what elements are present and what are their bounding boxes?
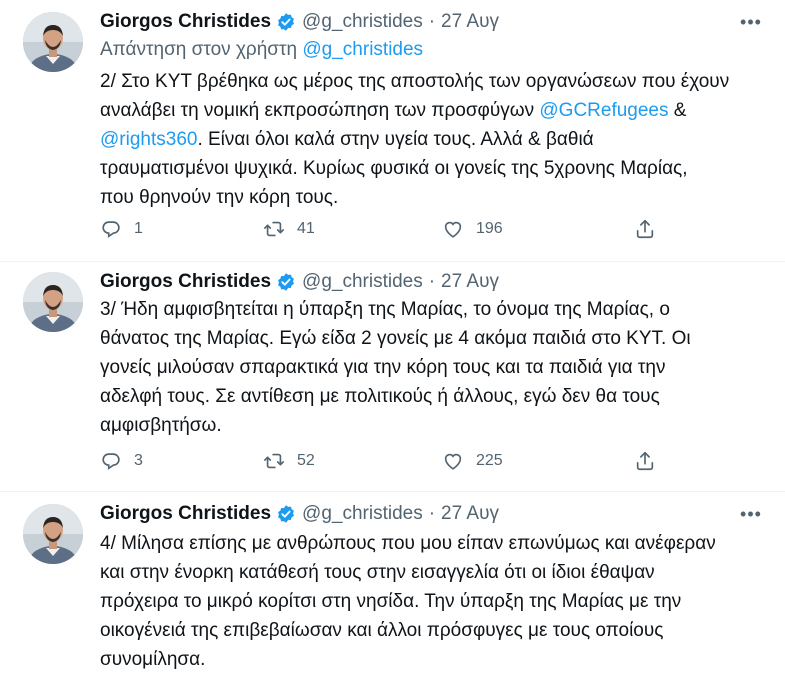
replying-to-handle[interactable]: @g_christides: [302, 39, 423, 60]
author-name[interactable]: Giorgos Christides: [100, 11, 271, 33]
tweet-text-line: συνομίλησα.: [100, 645, 740, 674]
tweet-text-line: 3/ Ήδη αμφισβητείται η ύπαρξη της Μαρίας…: [100, 295, 740, 324]
text-segment: &: [668, 100, 687, 121]
replying-to-label: Απάντηση στον χρήστη: [100, 39, 298, 60]
mention-link[interactable]: @rights360: [100, 129, 197, 150]
tweet-text: 2/ Στο ΚΥΤ βρέθηκα ως μέρος της αποστολή…: [100, 67, 740, 212]
reply-icon: [102, 453, 120, 470]
reply-count: 1: [134, 220, 143, 237]
text-segment: αδελφή τους. Σε αντίθεση με πολιτικούς ή…: [100, 386, 660, 407]
like-button[interactable]: 225: [442, 449, 503, 473]
author-name[interactable]: Giorgos Christides: [100, 271, 271, 293]
tweet-header: Giorgos Christides @g_christides · 27 Αυ…: [100, 8, 499, 36]
retweet-count: 41: [297, 220, 315, 237]
verified-badge-icon: [278, 505, 294, 523]
tweet-text: 4/ Μίλησα επίσης με ανθρώπους που μου εί…: [100, 529, 740, 674]
tweet-text-line: 4/ Μίλησα επίσης με ανθρώπους που μου εί…: [100, 529, 740, 558]
tweet-text-line: 2/ Στο ΚΥΤ βρέθηκα ως μέρος της αποστολή…: [100, 67, 740, 96]
retweet-icon: [264, 221, 284, 237]
text-segment: τραυματισμένοι ψυχικά. Κυρίως φυσικά οι …: [100, 158, 688, 179]
like-button[interactable]: 196: [442, 217, 503, 241]
verified-badge-icon: [278, 13, 294, 31]
text-segment: θάνατος της Μαρίας. Εγώ είδα 2 γονείς με…: [100, 328, 691, 349]
author-name[interactable]: Giorgos Christides: [100, 503, 271, 525]
reply-icon: [102, 221, 120, 238]
verified-badge-icon: [278, 273, 294, 291]
avatar[interactable]: [23, 272, 83, 332]
tweet-date[interactable]: 27 Αυγ: [441, 11, 499, 33]
tweet-text-line: γονείς μιλούσαν σπαρακτικά για την κόρη …: [100, 353, 740, 382]
tweet-text-line: που θρηνούν την κόρη τους.: [100, 183, 740, 212]
tweet-header: Giorgos Christides @g_christides · 27 Αυ…: [100, 500, 499, 528]
tweet-text-line: οικογένειά της επιβεβαίωσαν και άλλοι πρ…: [100, 616, 740, 645]
avatar[interactable]: [23, 504, 83, 564]
tweet-text-line: και στην ένορκη κατάθεσή τους στην εισαγ…: [100, 558, 740, 587]
text-segment: αμφισβητήσω.: [100, 415, 222, 436]
tweet-text-line: πρόχειρα το μικρό κορίτσι στη νησίδα. Τη…: [100, 587, 740, 616]
avatar[interactable]: [23, 12, 83, 72]
tweet-header: Giorgos Christides @g_christides · 27 Αυ…: [100, 268, 499, 296]
retweet-icon: [264, 453, 284, 469]
text-segment: πρόχειρα το μικρό κορίτσι στη νησίδα. Τη…: [100, 591, 682, 612]
replying-to: Απάντηση στον χρήστη @g_christides: [100, 39, 423, 61]
separator-dot: ·: [428, 11, 436, 32]
text-segment: γονείς μιλούσαν σπαρακτικά για την κόρη …: [100, 357, 666, 378]
tweet-date[interactable]: 27 Αυγ: [441, 503, 499, 525]
share-icon: [636, 451, 654, 471]
tweet-date[interactable]: 27 Αυγ: [441, 271, 499, 293]
reply-count: 3: [134, 452, 143, 469]
like-count: 196: [476, 220, 503, 237]
text-segment: που θρηνούν την κόρη τους.: [100, 187, 339, 208]
author-handle[interactable]: @g_christides: [302, 503, 423, 525]
profile-photo-icon: [23, 12, 83, 72]
tweet-2[interactable]: Giorgos Christides @g_christides · 27 Αυ…: [0, 262, 785, 492]
tweet-1[interactable]: Giorgos Christides @g_christides · 27 Αυ…: [0, 0, 785, 262]
text-segment: συνομίλησα.: [100, 649, 206, 670]
retweet-count: 52: [297, 452, 315, 469]
retweet-button[interactable]: 52: [263, 449, 315, 473]
more-options-icon[interactable]: •••: [738, 504, 764, 524]
reply-button[interactable]: 1: [100, 217, 143, 241]
tweet-text-line: θάνατος της Μαρίας. Εγώ είδα 2 γονείς με…: [100, 324, 740, 353]
share-icon: [636, 219, 654, 239]
tweet-text-line: @rights360. Είναι όλοι καλά στην υγεία τ…: [100, 125, 740, 154]
author-handle[interactable]: @g_christides: [302, 11, 423, 33]
text-segment: 4/ Μίλησα επίσης με ανθρώπους που μου εί…: [100, 533, 716, 554]
tweet-text-line: αναλάβει τη νομική εκπροσώπηση των προσφ…: [100, 96, 740, 125]
tweet-text-line: τραυματισμένοι ψυχικά. Κυρίως φυσικά οι …: [100, 154, 740, 183]
tweet-text-line: αμφισβητήσω.: [100, 411, 740, 440]
separator-dot: ·: [428, 503, 436, 524]
share-button[interactable]: [634, 217, 668, 241]
text-segment: οικογένειά της επιβεβαίωσαν και άλλοι πρ…: [100, 620, 664, 641]
text-segment: . Είναι όλοι καλά στην υγεία τους. Αλλά …: [197, 129, 594, 150]
share-button[interactable]: [634, 449, 668, 473]
text-segment: 3/ Ήδη αμφισβητείται η ύπαρξη της Μαρίας…: [100, 299, 670, 320]
reply-button[interactable]: 3: [100, 449, 143, 473]
text-segment: αναλάβει τη νομική εκπροσώπηση των προσφ…: [100, 100, 540, 121]
tweet-3[interactable]: Giorgos Christides @g_christides · 27 Αυ…: [0, 492, 785, 670]
mention-link[interactable]: @GCRefugees: [539, 100, 668, 121]
like-count: 225: [476, 452, 503, 469]
tweet-text-line: αδελφή τους. Σε αντίθεση με πολιτικούς ή…: [100, 382, 740, 411]
tweet-text: 3/ Ήδη αμφισβητείται η ύπαρξη της Μαρίας…: [100, 295, 740, 440]
text-segment: και στην ένορκη κατάθεσή τους στην εισαγ…: [100, 562, 655, 583]
tweet-actions: 1 41 196: [100, 217, 660, 241]
retweet-button[interactable]: 41: [263, 217, 315, 241]
separator-dot: ·: [428, 271, 436, 292]
more-options-icon[interactable]: •••: [738, 12, 764, 32]
profile-photo-icon: [23, 272, 83, 332]
author-handle[interactable]: @g_christides: [302, 271, 423, 293]
like-icon: [444, 221, 462, 238]
tweet-actions: 3 52 225: [100, 449, 660, 473]
profile-photo-icon: [23, 504, 83, 564]
like-icon: [444, 453, 462, 470]
text-segment: 2/ Στο ΚΥΤ βρέθηκα ως μέρος της αποστολή…: [100, 71, 730, 92]
